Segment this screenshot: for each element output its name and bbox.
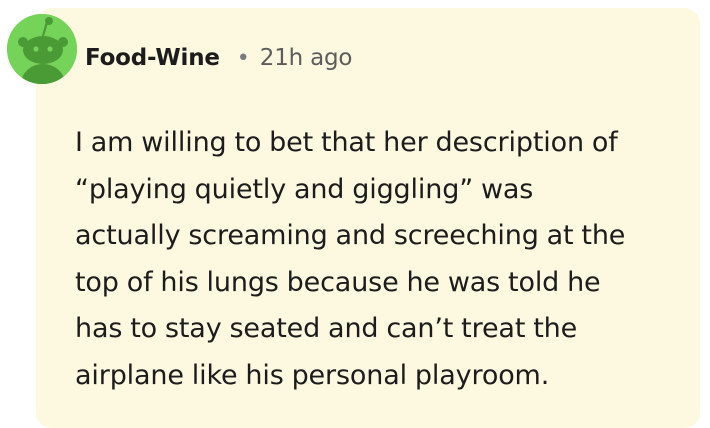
comment-header: Food-Wine • 21h ago: [85, 38, 353, 78]
user-avatar[interactable]: [7, 14, 77, 84]
comment-body-line: I am willing to bet that her description…: [75, 127, 618, 158]
comment-author[interactable]: Food-Wine: [85, 45, 220, 71]
snoo-avatar-icon: [7, 14, 77, 84]
comment-timestamp[interactable]: 21h ago: [260, 45, 353, 71]
comment-body-line: top of his lungs because he was told he: [75, 266, 601, 298]
comment-body: I am willing to bet that her description…: [75, 120, 697, 399]
comment-body-line: actually screaming and screeching at the: [75, 220, 626, 251]
comment-body-line: airplane like his personal playroom.: [75, 359, 550, 391]
comment-body-line: “playing quietly and giggling” was: [75, 173, 534, 205]
meta-separator: •: [236, 45, 250, 71]
comment-body-line: has to stay seated and can’t treat the: [75, 313, 578, 344]
